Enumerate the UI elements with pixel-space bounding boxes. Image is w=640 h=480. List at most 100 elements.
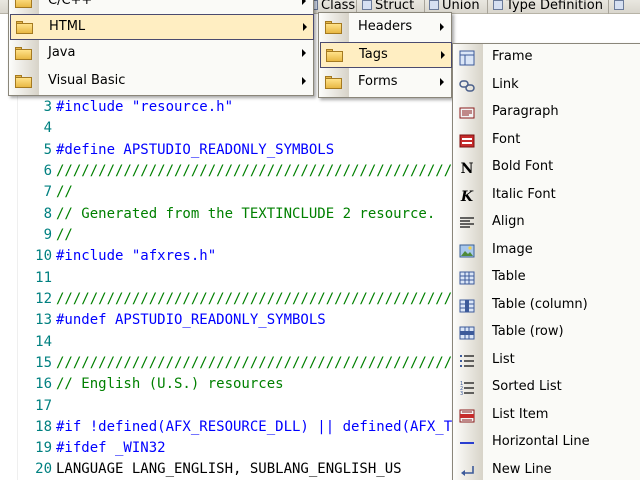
html-submenu: Headers Tags Forms <box>318 12 452 98</box>
menu-item-font[interactable]: Font <box>454 128 640 154</box>
menu-item-sorted-list[interactable]: 123 Sorted List <box>454 375 640 401</box>
code-line[interactable]: 7// <box>22 182 73 203</box>
menu-item-cpp[interactable]: C/C++ <box>10 0 312 15</box>
menu-item-label: Font <box>492 132 521 147</box>
folder-icon <box>15 19 33 36</box>
paragraph-icon <box>458 104 476 121</box>
line-number: 4 <box>43 120 52 136</box>
menu-item-java[interactable]: Java <box>10 41 312 67</box>
chevron-right-icon <box>440 23 444 31</box>
code-line[interactable]: 11 <box>22 268 56 289</box>
menu-item-label: Align <box>492 214 525 229</box>
menu-item-link[interactable]: Link <box>454 73 640 99</box>
code-line[interactable]: 9// <box>22 225 73 246</box>
line-number: 15 <box>35 355 52 371</box>
menu-item-image[interactable]: Image <box>454 238 640 264</box>
menu-item-visual-basic[interactable]: Visual Basic <box>10 69 312 95</box>
menu-item-list[interactable]: List <box>454 348 640 374</box>
type-definition-label: Type Definition <box>506 0 603 13</box>
chevron-right-icon <box>440 78 444 86</box>
code-line[interactable]: 10 #include "afxres.h" <box>22 246 216 267</box>
menu-item-html[interactable]: HTML <box>10 14 314 40</box>
menu-item-table-row[interactable]: Table (row) <box>454 320 640 346</box>
code-line[interactable]: 20 LANGUAGE LANG_ENGLISH, SUBLANG_ENGLISH… <box>22 459 401 480</box>
menu-item-label: Tags <box>359 47 388 62</box>
line-number: 18 <box>35 419 52 435</box>
list-icon <box>458 352 476 369</box>
line-number: 14 <box>35 334 52 350</box>
list-item-icon <box>458 407 476 424</box>
code-line[interactable]: 18 #if !defined(AFX_RESOURCE_DLL) || defi… <box>22 417 519 438</box>
line-text: #define APSTUDIO_READONLY_SYMBOLS <box>56 142 335 158</box>
menu-item-bold-font[interactable]: N Bold Font <box>454 155 640 181</box>
menu-item-label: Headers <box>358 19 413 34</box>
menu-item-label: Italic Font <box>492 187 556 202</box>
line-number: 10 <box>35 248 52 264</box>
type-definition-button[interactable]: Type Definition <box>493 0 603 13</box>
line-number: 3 <box>43 99 52 115</box>
menu-item-label: C/C++ <box>48 0 93 8</box>
menu-item-label: Sorted List <box>492 379 562 394</box>
svg-text:K: K <box>460 189 474 204</box>
table-column-icon <box>458 297 476 314</box>
link-icon <box>458 77 476 94</box>
new-line-icon <box>458 462 476 479</box>
menu-item-tags[interactable]: Tags <box>320 42 452 68</box>
menu-item-label: Visual Basic <box>48 73 126 88</box>
menu-item-table[interactable]: Table <box>454 265 640 291</box>
line-text <box>52 270 56 286</box>
code-line[interactable]: 14 <box>22 332 56 353</box>
menu-item-list-item[interactable]: List Item <box>454 403 640 429</box>
line-number: 12 <box>35 291 52 307</box>
line-text: // <box>56 227 73 243</box>
code-line[interactable]: 17 <box>22 396 56 417</box>
line-text <box>52 398 56 414</box>
line-number: 20 <box>35 461 52 477</box>
menu-item-headers[interactable]: Headers <box>320 15 450 41</box>
line-number: 16 <box>35 376 52 392</box>
code-line[interactable]: 4 <box>22 118 56 139</box>
chevron-right-icon <box>302 77 306 85</box>
horizontal-line-icon <box>458 434 476 451</box>
menu-item-italic-font[interactable]: K Italic Font <box>454 183 640 209</box>
chevron-right-icon <box>441 51 445 59</box>
code-line[interactable]: 16// English (U.S.) resources <box>22 374 283 395</box>
typedef-icon <box>493 0 503 10</box>
folder-icon <box>14 45 32 62</box>
menu-item-align[interactable]: Align <box>454 210 640 236</box>
frame-icon <box>458 49 476 66</box>
code-line[interactable]: 13 #undef APSTUDIO_READONLY_SYMBOLS <box>22 310 326 331</box>
menu-item-horizontal-line[interactable]: Horizontal Line <box>454 430 640 456</box>
menu-item-paragraph[interactable]: Paragraph <box>454 100 640 126</box>
code-line[interactable]: 3 #include "resource.h" <box>22 97 233 118</box>
folder-icon <box>14 73 32 90</box>
menu-item-label: Table <box>492 269 526 284</box>
union-label: Union <box>442 0 480 13</box>
line-number: 19 <box>35 440 52 456</box>
struct-icon <box>362 0 372 10</box>
line-text <box>52 120 56 136</box>
chevron-right-icon <box>303 23 307 31</box>
svg-text:3: 3 <box>460 391 463 396</box>
italic-font-icon: K <box>458 187 476 204</box>
menu-item-forms[interactable]: Forms <box>320 70 450 96</box>
line-number: 7 <box>43 184 52 200</box>
menu-item-label: Bold Font <box>492 159 554 174</box>
class-label: Class <box>321 0 356 13</box>
menu-item-label: New Line <box>492 462 552 477</box>
code-line[interactable]: 8// Generated from the TEXTINCLUDE 2 res… <box>22 204 436 225</box>
line-number: 11 <box>35 270 52 286</box>
folder-icon <box>324 19 342 36</box>
code-line[interactable]: 19 #ifdef _WIN32 <box>22 438 165 459</box>
language-menu: C/C++ HTML Java Visual Basic <box>8 0 314 96</box>
toolbar-separator <box>608 0 609 14</box>
line-text: #undef APSTUDIO_READONLY_SYMBOLS <box>56 312 326 328</box>
menu-item-new-line[interactable]: New Line <box>454 458 640 480</box>
folder-icon <box>14 0 32 10</box>
menu-item-label: List Item <box>492 407 549 422</box>
code-line[interactable]: 5 #define APSTUDIO_READONLY_SYMBOLS <box>22 140 335 161</box>
line-text: // Generated from the TEXTINCLUDE 2 reso… <box>56 206 436 222</box>
menu-item-frame[interactable]: Frame <box>454 45 640 71</box>
toolbar-overflow-button[interactable] <box>614 0 624 13</box>
menu-item-table-column[interactable]: Table (column) <box>454 293 640 319</box>
